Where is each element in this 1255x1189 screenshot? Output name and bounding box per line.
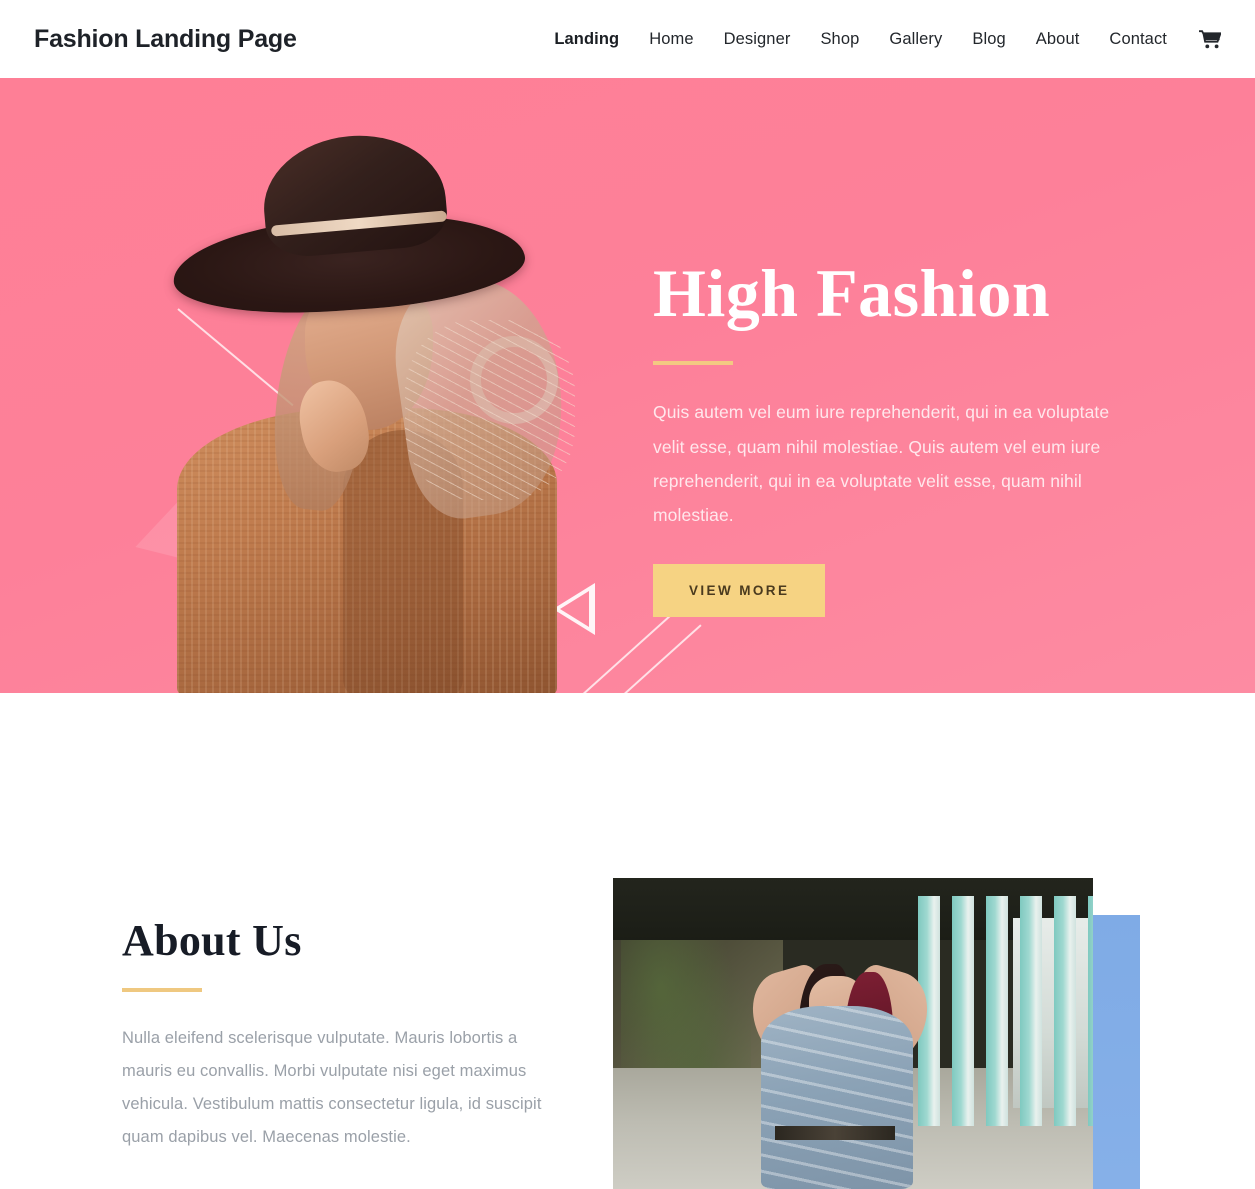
model-hair-strands [405, 320, 575, 500]
hero-accent-bar [653, 361, 733, 366]
nav-item-about[interactable]: About [1021, 30, 1095, 49]
site-brand[interactable]: Fashion Landing Page [34, 25, 297, 54]
nav-item-shop[interactable]: Shop [805, 30, 874, 49]
model-hat-crown [258, 130, 450, 260]
shopping-cart-icon[interactable] [1182, 29, 1225, 49]
nav-item-designer[interactable]: Designer [709, 30, 806, 49]
site-header: Fashion Landing Page Landing Home Design… [0, 0, 1255, 78]
hero-model-photo [155, 130, 575, 693]
hero-model-illustration [155, 130, 575, 693]
corridor-columns [918, 896, 1093, 1126]
about-title: About Us [122, 916, 302, 965]
nav-item-gallery[interactable]: Gallery [874, 30, 957, 49]
about-model-belt [775, 1126, 895, 1140]
about-accent-bar [122, 988, 202, 992]
nav-item-blog[interactable]: Blog [957, 30, 1020, 49]
nav-item-landing[interactable]: Landing [539, 30, 634, 49]
hero-section: High Fashion Quis autem vel eum iure rep… [0, 78, 1255, 693]
hero-content: High Fashion Quis autem vel eum iure rep… [653, 255, 1123, 617]
nav-item-contact[interactable]: Contact [1094, 30, 1182, 49]
about-model-photo [613, 878, 1093, 1189]
hero-title: High Fashion [653, 255, 1051, 331]
hero-paragraph: Quis autem vel eum iure reprehenderit, q… [653, 402, 1110, 525]
nav-item-home[interactable]: Home [634, 30, 708, 49]
main-navigation: Landing Home Designer Shop Gallery Blog … [539, 30, 1225, 49]
view-more-button[interactable]: VIEW MORE [653, 563, 826, 617]
about-model-dress-pattern [761, 1006, 913, 1189]
about-text-column: About Us Nulla eleifend scelerisque vulp… [122, 915, 552, 1154]
about-paragraph: Nulla eleifend scelerisque vulputate. Ma… [122, 1029, 542, 1146]
